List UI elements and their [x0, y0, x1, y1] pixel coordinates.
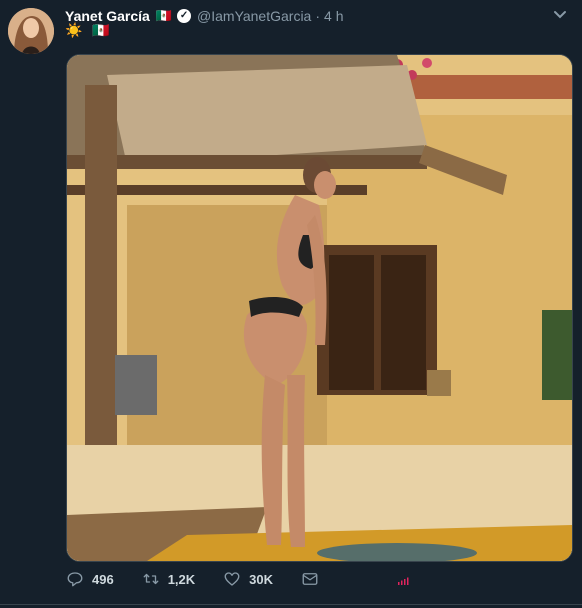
like-count: 30K — [249, 571, 274, 587]
tweet-text: ☀️ 🇲🇽 — [65, 22, 116, 39]
tweet-actions: 496 1,2K 30K — [66, 570, 449, 588]
photo-illustration — [67, 55, 572, 561]
reply-icon — [67, 572, 83, 587]
reply-count: 496 — [92, 571, 114, 587]
envelope-icon — [302, 573, 318, 585]
chevron-down-icon[interactable] — [552, 6, 568, 22]
timestamp[interactable]: 4 h — [324, 8, 343, 24]
retweet-button[interactable]: 1,2K — [142, 570, 195, 588]
divider — [0, 604, 582, 605]
verified-badge-icon: ✓ — [177, 9, 192, 23]
tweet-media-photo[interactable] — [66, 54, 573, 562]
analytics-button[interactable] — [395, 570, 421, 588]
tweet-header: Yanet García 🇲🇽 ✓ @IamYanetGarcia · 4 h — [65, 6, 562, 26]
separator: · — [315, 8, 321, 24]
like-button[interactable]: 30K — [223, 570, 273, 588]
sun-emoji: ☀️ — [65, 22, 83, 38]
avatar[interactable] — [8, 8, 54, 54]
mexico-flag-icon: 🇲🇽 — [155, 8, 173, 23]
reply-button[interactable]: 496 — [66, 570, 114, 588]
tweet[interactable]: Yanet García 🇲🇽 ✓ @IamYanetGarcia · 4 h … — [0, 0, 582, 608]
handle[interactable]: @IamYanetGarcia — [197, 8, 311, 24]
heart-icon — [224, 572, 240, 586]
direct-message-button[interactable] — [301, 570, 327, 588]
mexico-flag-emoji: 🇲🇽 — [92, 22, 110, 38]
retweet-count: 1,2K — [167, 571, 196, 587]
avatar-image — [8, 8, 54, 54]
analytics-icon — [398, 577, 409, 585]
retweet-icon — [143, 573, 159, 585]
